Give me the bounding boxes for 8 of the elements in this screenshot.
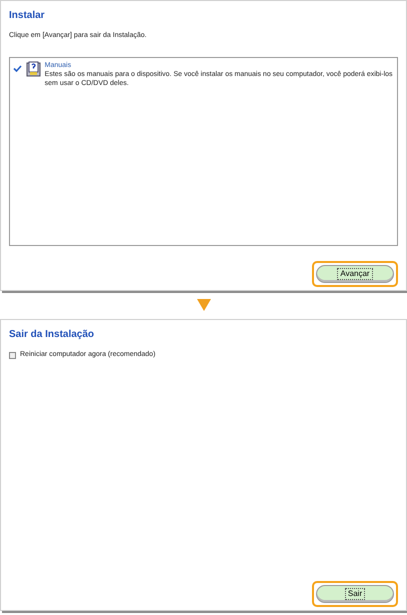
check-icon	[13, 64, 22, 72]
manual-book-icon	[26, 60, 42, 76]
down-arrow-icon	[196, 299, 210, 311]
checkbox[interactable]	[9, 352, 16, 359]
action-button[interactable]: Avançar	[316, 265, 394, 283]
panel-title: Instalar	[9, 9, 46, 23]
action-button[interactable]: Sair	[316, 585, 394, 603]
panel-title: Sair da Instalação	[9, 328, 96, 342]
